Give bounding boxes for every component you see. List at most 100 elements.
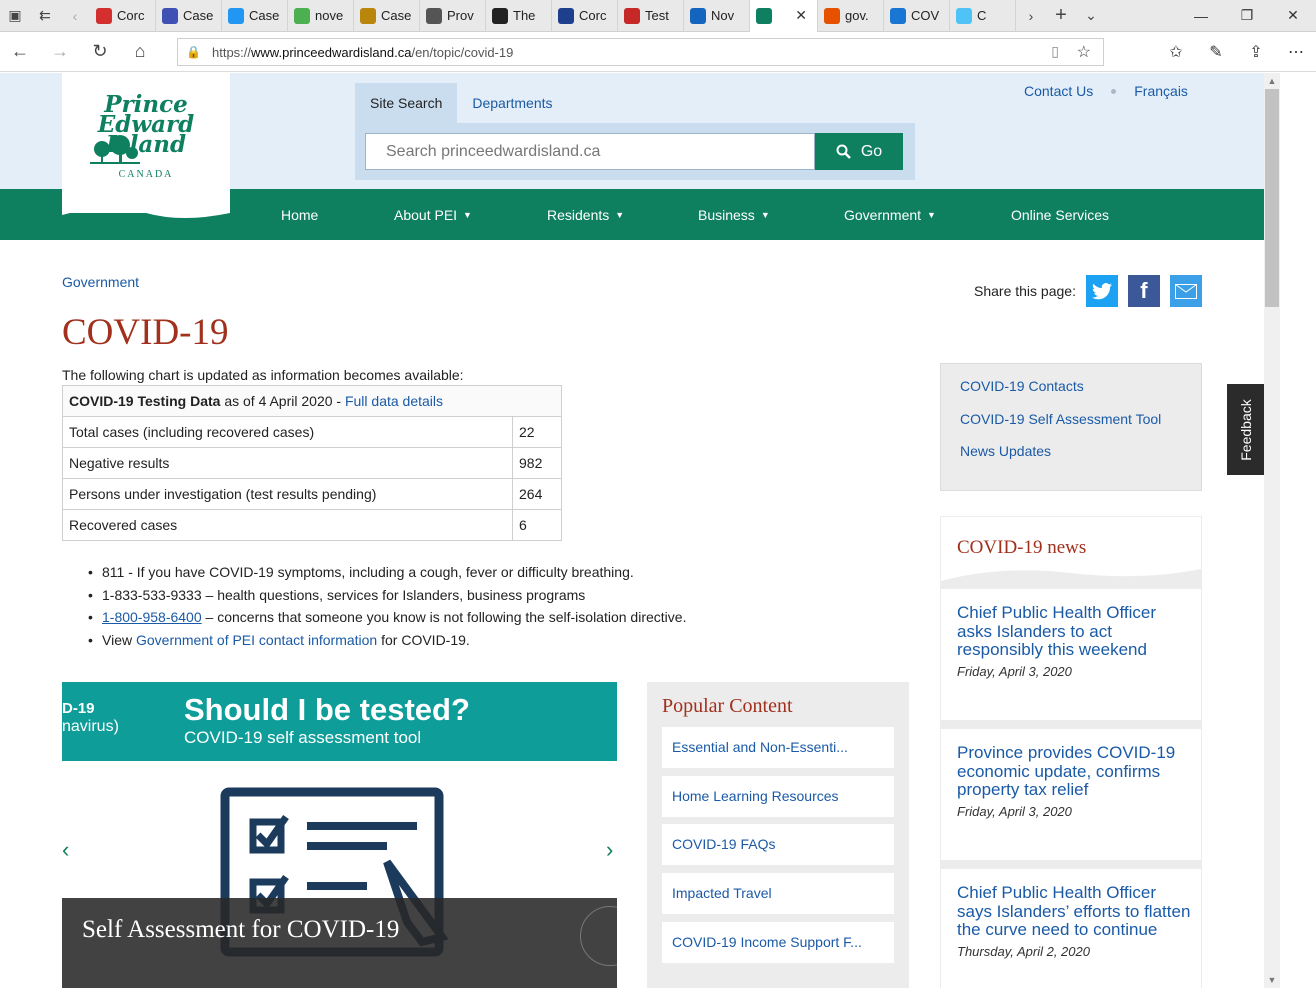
bullet3-text: – concerns that someone you know is not … bbox=[201, 609, 687, 626]
refresh-icon[interactable]: ↻ bbox=[80, 32, 120, 72]
carousel-caption[interactable]: Self Assessment for COVID-19 bbox=[62, 898, 617, 988]
nav-about-pei[interactable]: About PEI ▼ bbox=[394, 189, 472, 240]
browser-tab-bar: ▣ ⇇ ‹ Corc Case Case nove Case Prov The Corc Tes… bbox=[0, 0, 1316, 32]
minimize-icon[interactable]: — bbox=[1178, 0, 1224, 32]
page-title: COVID-19 bbox=[62, 312, 229, 353]
tab-scroll-left-icon[interactable]: ‹ bbox=[60, 0, 90, 32]
browser-tab-label: nove bbox=[315, 8, 344, 23]
browser-tab[interactable]: ✕ bbox=[750, 0, 818, 32]
browser-tab[interactable]: C bbox=[950, 0, 1016, 32]
popular-link[interactable]: Impacted Travel bbox=[662, 873, 894, 915]
url-field[interactable]: 🔒 https://www.princeedwardisland.ca/en/t… bbox=[177, 38, 1104, 66]
table-row: Persons under investigation (test result… bbox=[62, 478, 562, 510]
notes-pen-icon[interactable]: ✎ bbox=[1196, 32, 1236, 72]
share-icon[interactable]: ⇪ bbox=[1236, 32, 1276, 72]
popular-title: Popular Content bbox=[662, 695, 793, 717]
news-header: COVID-19 news bbox=[941, 517, 1201, 581]
tab-list-chevron-icon[interactable]: ⌄ bbox=[1076, 0, 1106, 32]
tab-scroll-right-icon[interactable]: › bbox=[1016, 0, 1046, 32]
facebook-share-button[interactable]: f bbox=[1127, 275, 1160, 307]
email-share-button[interactable] bbox=[1169, 275, 1202, 307]
news-headline[interactable]: Province provides COVID-19 economic upda… bbox=[957, 743, 1191, 800]
browser-tab[interactable]: Prov bbox=[420, 0, 486, 32]
close-tab-icon[interactable]: ✕ bbox=[795, 7, 807, 24]
browser-tab[interactable]: Corc bbox=[90, 0, 156, 32]
feature-carousel: D-19 navirus) Should I be tested? COVID-… bbox=[62, 682, 617, 988]
set-tabs-aside-icon[interactable]: ⇇ bbox=[30, 0, 60, 32]
tab-site-search[interactable]: Site Search bbox=[355, 83, 458, 123]
search-icon bbox=[836, 144, 851, 159]
self-assessment-banner[interactable]: D-19 navirus) Should I be tested? COVID-… bbox=[62, 682, 617, 761]
news-headline[interactable]: Chief Public Health Officer asks Islande… bbox=[957, 603, 1191, 660]
email-icon bbox=[1174, 283, 1197, 299]
popular-link[interactable]: COVID-19 Income Support F... bbox=[662, 921, 894, 963]
full-data-details-link[interactable]: Full data details bbox=[345, 393, 443, 409]
twitter-share-button[interactable] bbox=[1085, 275, 1118, 307]
sidebar-link-news-updates[interactable]: News Updates bbox=[960, 443, 1201, 476]
favorite-star-icon[interactable]: ☆ bbox=[1077, 42, 1091, 62]
browser-tab[interactable]: Test bbox=[618, 0, 684, 32]
back-icon[interactable]: ← bbox=[0, 32, 40, 72]
nav-residents-label: Residents bbox=[547, 206, 610, 223]
logo-wave bbox=[62, 203, 230, 218]
testing-data-table: COVID-19 Testing Data as of 4 April 2020… bbox=[62, 385, 562, 541]
sidebar-link-self-assessment[interactable]: COVID-19 Self Assessment Tool bbox=[960, 411, 1201, 444]
scroll-down-icon[interactable]: ▼ bbox=[1264, 972, 1280, 988]
search-input[interactable]: Search princeedwardisland.ca bbox=[365, 133, 815, 170]
ontario-icon bbox=[890, 7, 906, 24]
restore-icon[interactable]: ❐ bbox=[1224, 0, 1270, 32]
browser-tab-label: Nov bbox=[711, 8, 735, 23]
scroll-up-icon[interactable]: ▲ bbox=[1264, 73, 1280, 89]
feedback-tab[interactable]: Feedback bbox=[1227, 384, 1264, 475]
news-headline[interactable]: Chief Public Health Officer says Islande… bbox=[957, 883, 1191, 940]
new-tab-icon[interactable]: + bbox=[1046, 0, 1076, 32]
phone-link[interactable]: 1-800-958-6400 bbox=[102, 609, 202, 625]
news-item[interactable]: Chief Public Health Officer asks Islande… bbox=[941, 589, 1201, 720]
reading-view-icon[interactable]: ▯ bbox=[1051, 43, 1059, 60]
tab-departments[interactable]: Departments bbox=[457, 83, 567, 123]
nav-residents[interactable]: Residents ▼ bbox=[547, 189, 624, 240]
nav-business[interactable]: Business ▼ bbox=[698, 189, 770, 240]
nav-online-services[interactable]: Online Services bbox=[1011, 189, 1109, 240]
banner-fragment-1: D-19 bbox=[62, 700, 95, 717]
sidebar-link-contacts[interactable]: COVID-19 Contacts bbox=[960, 378, 1201, 411]
news-item[interactable]: Province provides COVID-19 economic upda… bbox=[941, 729, 1201, 860]
browser-tab[interactable]: Nov bbox=[684, 0, 750, 32]
browser-tab[interactable]: Case bbox=[354, 0, 420, 32]
contact-us-link[interactable]: Contact Us bbox=[1024, 83, 1093, 99]
carousel-prev-icon[interactable]: ‹ bbox=[62, 837, 69, 863]
close-window-icon[interactable]: ✕ bbox=[1270, 0, 1316, 32]
nav-government[interactable]: Government ▼ bbox=[844, 189, 936, 240]
scroll-thumb[interactable] bbox=[1265, 89, 1279, 307]
forward-icon[interactable]: → bbox=[40, 32, 80, 72]
francais-link[interactable]: Français bbox=[1134, 83, 1188, 99]
carousel-next-icon[interactable]: › bbox=[606, 837, 613, 863]
nav-business-label: Business bbox=[698, 206, 755, 223]
breadcrumb[interactable]: Government bbox=[62, 274, 139, 290]
browser-tab[interactable]: nove bbox=[288, 0, 354, 32]
browser-tab[interactable]: The bbox=[486, 0, 552, 32]
chevron-down-icon: ▼ bbox=[615, 209, 625, 220]
search-go-button[interactable]: Go bbox=[815, 133, 903, 170]
logo-wordmark: Prince Edward Island bbox=[97, 91, 195, 158]
browser-tab[interactable]: Corc bbox=[552, 0, 618, 32]
nav-government-label: Government bbox=[844, 206, 922, 223]
browser-tab[interactable]: gov. bbox=[818, 0, 884, 32]
more-menu-icon[interactable]: ⋯ bbox=[1276, 32, 1316, 72]
popular-link[interactable]: Essential and Non-Essenti... bbox=[662, 727, 894, 768]
browser-tab[interactable]: COV bbox=[884, 0, 950, 32]
page-scrollbar[interactable]: ▲ ▼ bbox=[1264, 73, 1280, 988]
popular-link[interactable]: Home Learning Resources bbox=[662, 775, 894, 817]
home-icon[interactable]: ⌂ bbox=[120, 32, 160, 72]
gov-contact-link[interactable]: Government of PEI contact information bbox=[136, 632, 377, 648]
tab-actions-icon[interactable]: ▣ bbox=[0, 0, 30, 32]
news-item[interactable]: Chief Public Health Officer says Islande… bbox=[941, 869, 1201, 988]
list-item: 1-833-533-9333 – health questions, servi… bbox=[88, 584, 686, 607]
browser-tab[interactable]: Case bbox=[156, 0, 222, 32]
pei-logo[interactable]: Prince Edward Island CANADA bbox=[62, 73, 230, 218]
browser-tab[interactable]: Case bbox=[222, 0, 288, 32]
nav-home[interactable]: Home bbox=[281, 189, 318, 240]
favorites-icon[interactable]: ✩ bbox=[1156, 32, 1196, 72]
popular-link[interactable]: COVID-19 FAQs bbox=[662, 824, 894, 866]
browser-tab-label: Corc bbox=[579, 8, 607, 23]
